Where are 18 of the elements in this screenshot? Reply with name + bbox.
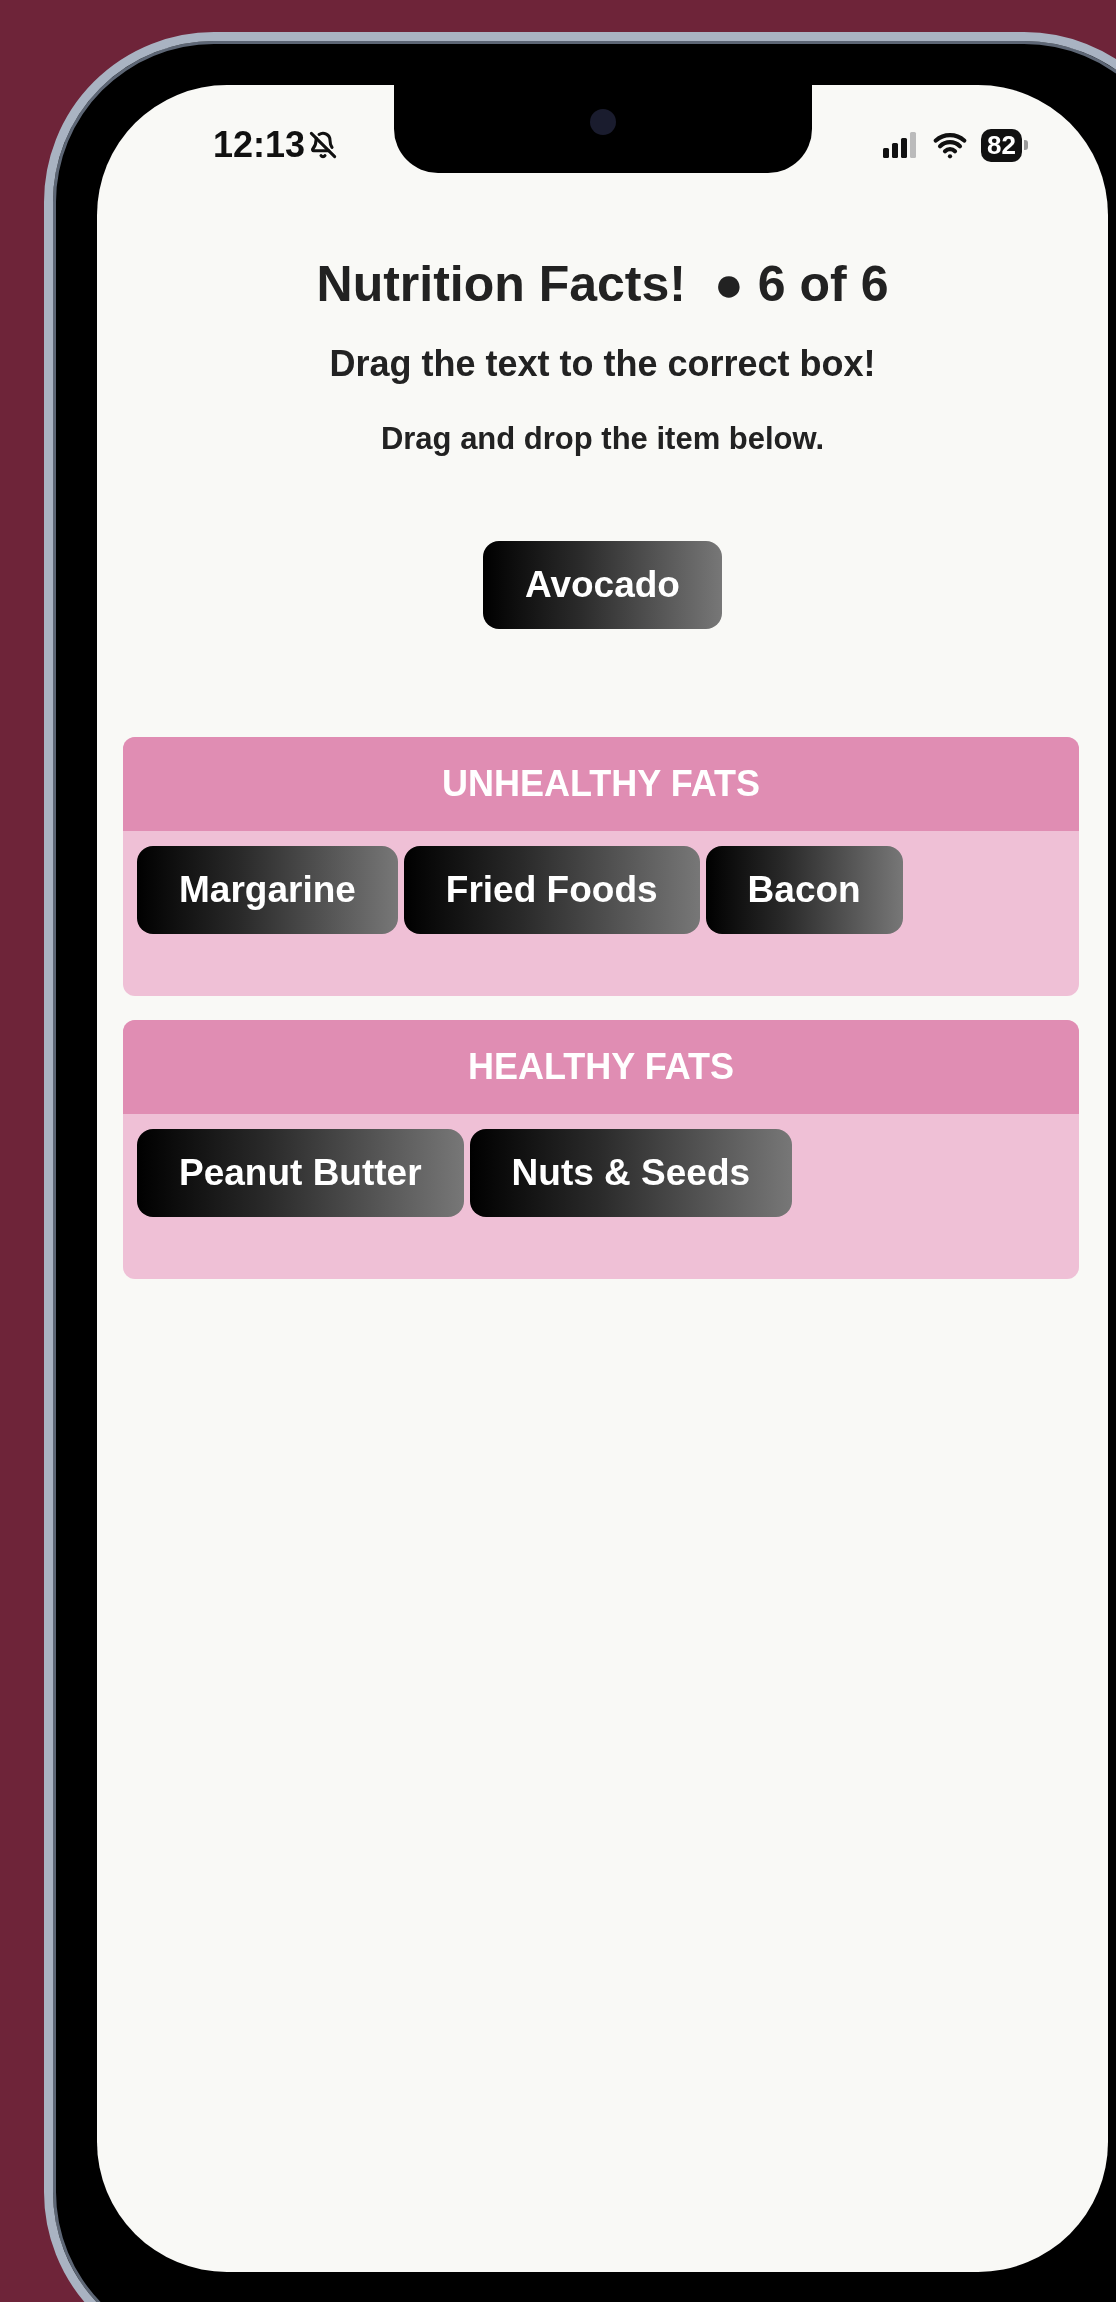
battery-tip — [1024, 140, 1028, 150]
bell-off-icon — [309, 131, 338, 159]
drop-zone-title: UNHEALTHY FATS — [123, 737, 1079, 831]
instruction-text: Drag the text to the correct box! — [329, 343, 876, 385]
drop-zone[interactable]: HEALTHY FATS Peanut Butter Nuts & Seeds — [123, 1020, 1079, 1279]
placed-item[interactable]: Margarine — [137, 846, 398, 934]
battery-level: 82 — [987, 129, 1016, 160]
placed-item[interactable]: Fried Foods — [403, 846, 700, 934]
placed-item[interactable]: Bacon — [705, 846, 903, 934]
hint-text: Drag and drop the item below. — [380, 421, 825, 457]
camera-icon — [589, 109, 616, 135]
status-time: 12:13 — [213, 124, 306, 166]
placed-item[interactable]: Peanut Butter — [137, 1129, 464, 1217]
draggable-item[interactable]: Avocado — [483, 541, 722, 629]
placed-item[interactable]: Nuts & Seeds — [469, 1129, 793, 1217]
drop-zone[interactable]: UNHEALTHY FATS Margarine Fried Foods Bacon — [123, 737, 1079, 996]
page-title: Nutrition Facts! ● 6 of 6 — [316, 255, 889, 313]
drop-zone-title: HEALTHY FATS — [123, 1020, 1079, 1114]
